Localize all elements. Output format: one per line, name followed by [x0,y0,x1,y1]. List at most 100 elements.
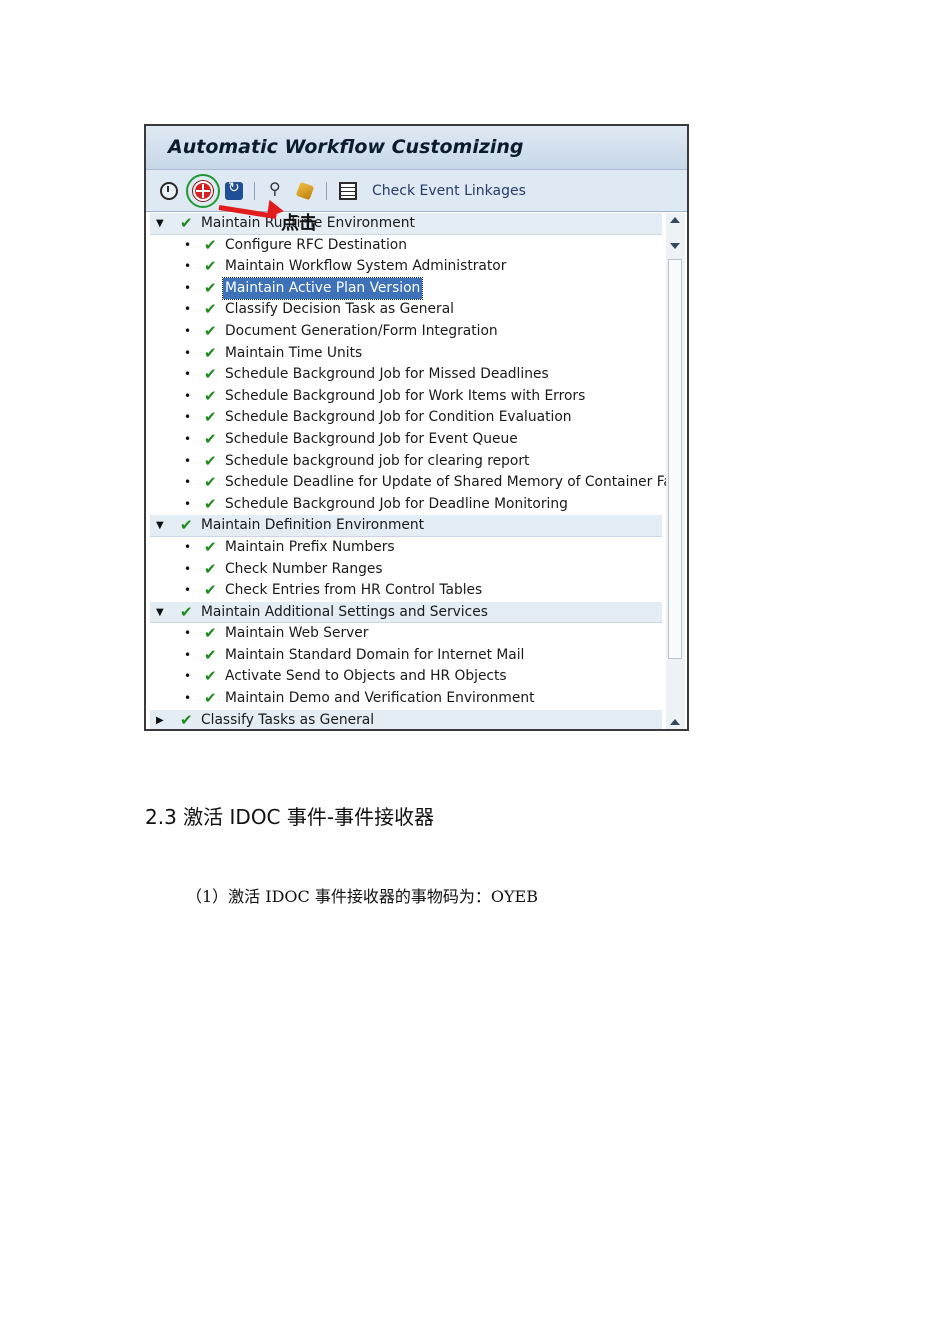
checkmark-icon: ✔ [204,645,217,664]
collapse-triangle-icon[interactable]: ▼ [156,515,164,537]
bullet-icon: • [184,475,192,490]
collapse-triangle-icon[interactable]: ▼ [156,213,164,235]
tree-item-label[interactable]: Schedule background job for clearing rep… [225,451,529,473]
bullet-icon: • [184,323,192,338]
tree-item-label[interactable]: Check Entries from HR Control Tables [225,580,482,602]
tree-item-label[interactable]: Maintain Standard Domain for Internet Ma… [225,645,524,667]
bullet-icon: • [184,388,192,403]
bullet-icon: • [184,626,192,641]
tree-item[interactable]: • ✔ Schedule Deadline for Update of Shared… [150,472,685,494]
tree-group[interactable]: ▼ ✔ Maintain Runtime Environment [150,213,662,235]
tree-item[interactable]: • ✔ Check Entries from HR Control Tables [150,580,662,602]
execute-icon[interactable] [160,182,178,200]
annotation-label: 点击 [281,213,317,234]
toolbar-separator [326,182,327,200]
checkmark-icon: ✔ [180,214,193,232]
tree-item-label[interactable]: Classify Decision Task as General [225,299,454,321]
tree-item[interactable]: • ✔ Maintain Web Server [150,623,662,645]
tree-item[interactable]: • ✔ Schedule background job for clearing r… [150,451,662,473]
tree-item-label[interactable]: Maintain Definition Environment [201,515,424,537]
body-paragraph: （1）激活 IDOC 事件接收器的事物码为：OYEB [186,887,538,906]
refresh-icon[interactable] [225,180,243,200]
checkmark-icon: ✔ [204,581,217,600]
tree-item[interactable]: • ✔ Schedule Background Job for Condition … [150,407,662,429]
hierarchy-icon[interactable] [268,179,286,200]
tree-item-label[interactable]: Classify Tasks as General [201,710,374,729]
tree-item-label[interactable]: Schedule Background Job for Missed Deadl… [225,364,549,386]
tree-item-label[interactable]: Schedule Background Job for Work Items w… [225,386,585,408]
tree-item-label[interactable]: Schedule Background Job for Deadline Mon… [225,494,568,516]
tree-item[interactable]: • ✔ Schedule Background Job for Event Queu… [150,429,662,451]
sap-screenshot: Automatic Workflow Customizing Check Eve… [144,124,689,731]
tree-item-label[interactable]: Schedule Background Job for Condition Ev… [225,407,572,429]
checkmark-icon: ✔ [204,343,217,362]
collapse-triangle-icon[interactable]: ▼ [156,602,164,624]
checkmark-icon: ✔ [204,624,217,643]
tree-item-label[interactable]: Document Generation/Form Integration [225,321,498,343]
checkmark-icon: ✔ [204,386,217,405]
scroll-down-icon[interactable] [670,243,680,249]
bullet-icon: • [184,431,192,446]
customizing-tree: ▼ ✔ Maintain Runtime Environment • ✔ Configur… [150,213,685,729]
tree-group[interactable]: ▼ ✔ Maintain Definition Environment [150,515,662,537]
tree-item[interactable]: • ✔ Activate Send to Objects and HR Object… [150,666,662,688]
activate-icon[interactable] [193,181,213,201]
tree-item[interactable]: • ✔ Schedule Background Job for Work Items… [150,386,662,408]
bullet-icon: • [184,647,192,662]
tree-item-label[interactable]: Maintain Prefix Numbers [225,537,395,559]
tree-item[interactable]: • ✔ Maintain Workflow System Administrator [150,256,662,278]
tree-item-label[interactable]: Activate Send to Objects and HR Objects [225,666,507,688]
checkmark-icon: ✔ [204,667,217,686]
checkmark-icon: ✔ [204,408,217,427]
bullet-icon: • [184,669,192,684]
tree-group[interactable]: ▼ ✔ Maintain Additional Settings and Servi… [150,601,662,624]
tree-item-label[interactable]: Maintain Time Units [225,343,362,365]
tree-item[interactable]: • ✔ Maintain Prefix Numbers [150,537,662,559]
tree-item-label[interactable]: Maintain Additional Settings and Service… [201,602,488,624]
bullet-icon: • [184,410,192,425]
tree-item[interactable]: • ✔ Schedule Background Job for Missed Dea… [150,364,662,386]
tree-item[interactable]: • ✔ Maintain Time Units [150,343,662,365]
tree-item-label[interactable]: Maintain Workflow System Administrator [225,256,506,278]
toolbar-separator [254,182,255,200]
tree-group[interactable]: ▶ ✔ Classify Tasks as General [150,709,662,729]
tree-item-label[interactable]: Maintain Web Server [225,623,368,645]
tree-item-label[interactable]: Check Number Ranges [225,559,383,581]
checkmark-icon: ✔ [204,473,217,492]
tree-item-label[interactable]: Configure RFC Destination [225,235,407,257]
bullet-icon: • [184,280,192,295]
scroll-thumb[interactable] [668,259,682,659]
tree-item[interactable]: • ✔ Document Generation/Form Integration [150,321,662,343]
checkmark-icon: ✔ [180,710,193,729]
tree-item-label[interactable]: Maintain Active Plan Version [221,276,424,301]
vertical-scrollbar[interactable] [666,213,685,729]
checkmark-icon: ✔ [204,429,217,448]
tree-item-label[interactable]: Schedule Deadline for Update of Shared M… [225,472,685,494]
expand-triangle-icon[interactable]: ▶ [156,710,164,729]
checkmark-icon: ✔ [204,321,217,340]
tree-item[interactable]: • ✔ Check Number Ranges [150,559,662,581]
bullet-icon: • [184,302,192,317]
tree-item[interactable]: • ✔ Classify Decision Task as General [150,299,662,321]
checkmark-icon: ✔ [204,494,217,513]
configure-icon[interactable] [295,181,315,201]
check-event-linkages-button[interactable]: Check Event Linkages [372,183,526,199]
tree-item[interactable]: • ✔ Schedule Background Job for Deadline M… [150,494,662,516]
tree-item[interactable]: • ✔ Maintain Standard Domain for Internet … [150,645,662,667]
bullet-icon: • [184,259,192,274]
tree-item-label[interactable]: Schedule Background Job for Event Queue [225,429,518,451]
tree-item-label[interactable]: Maintain Demo and Verification Environme… [225,688,535,710]
tree-item[interactable]: • ✔ Maintain Demo and Verification Environ… [150,688,662,710]
checkmark-icon: ✔ [204,689,217,708]
checkmark-icon: ✔ [204,235,217,254]
tree-item[interactable]: • ✔ Maintain Active Plan Version [150,276,662,301]
checkmark-icon: ✔ [204,300,217,319]
scroll-up-icon[interactable] [670,719,680,725]
tree-item[interactable]: • ✔ Configure RFC Destination [150,235,662,257]
table-icon[interactable] [339,182,357,200]
bullet-icon: • [184,453,192,468]
scroll-up-icon[interactable] [670,217,680,223]
section-heading: 2.3 激活 IDOC 事件-事件接收器 [145,805,435,829]
bullet-icon: • [184,691,192,706]
checkmark-icon: ✔ [204,278,217,297]
